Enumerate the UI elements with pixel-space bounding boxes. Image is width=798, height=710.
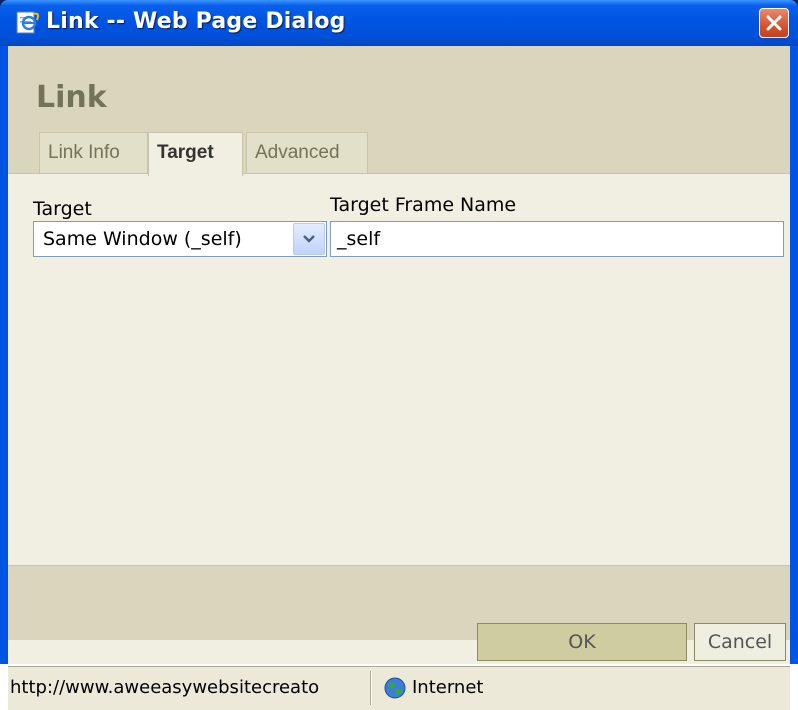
ie-page-icon	[14, 9, 40, 35]
target-frame-name-input[interactable]: _self	[330, 221, 784, 257]
window-frame-right	[790, 46, 798, 664]
close-button[interactable]	[759, 8, 789, 38]
target-select-value: Same Window (_self)	[43, 228, 242, 250]
status-bar: http://www.aweeasywebsitecreato Internet	[8, 666, 790, 710]
security-zone: Internet	[412, 677, 484, 698]
ok-button[interactable]: OK	[477, 623, 687, 661]
tab-link-info[interactable]: Link Info	[39, 132, 148, 173]
dialog-window: Link -- Web Page Dialog Link Link Info A…	[0, 0, 798, 710]
dialog-body: Link Link Info Advanced Target Target Ta…	[8, 46, 790, 710]
target-select[interactable]: Same Window (_self)	[33, 221, 327, 257]
target-frame-name-value: _self	[337, 228, 381, 250]
status-divider	[370, 671, 372, 705]
chevron-down-icon	[303, 235, 315, 243]
dropdown-button[interactable]	[293, 223, 325, 255]
target-frame-name-label: Target Frame Name	[330, 194, 517, 216]
window-title: Link -- Web Page Dialog	[46, 9, 346, 34]
title-bar[interactable]: Link -- Web Page Dialog	[0, 0, 798, 46]
target-label: Target	[33, 198, 92, 220]
tab-divider	[8, 173, 790, 174]
tab-advanced[interactable]: Advanced	[246, 132, 368, 173]
status-url: http://www.aweeasywebsitecreato	[10, 677, 320, 698]
tab-target[interactable]: Target	[148, 132, 243, 176]
close-icon	[766, 15, 782, 31]
window-frame-left	[0, 46, 8, 664]
cancel-button[interactable]: Cancel	[694, 623, 786, 661]
globe-icon	[384, 677, 406, 699]
dialog-heading: Link	[36, 80, 107, 115]
